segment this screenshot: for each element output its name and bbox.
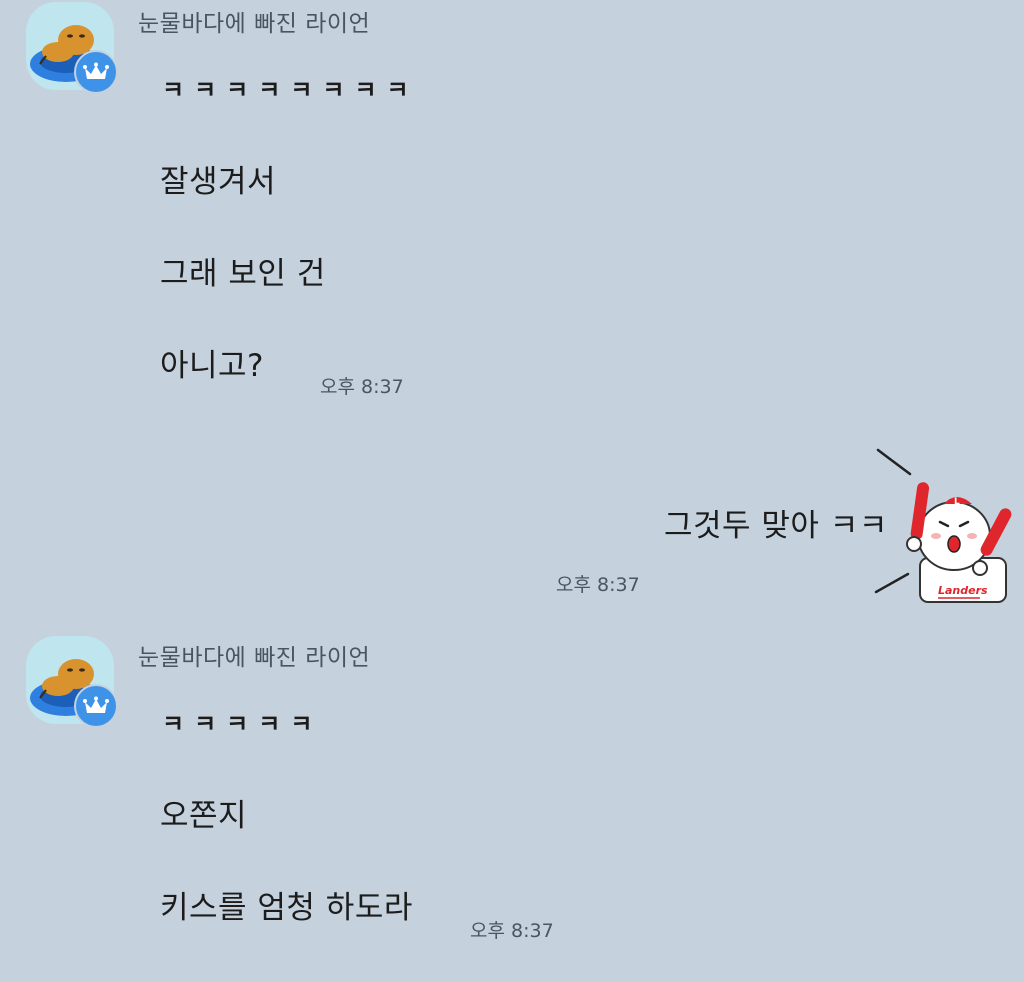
- message-text[interactable]: 잘생겨서: [160, 156, 276, 201]
- my-message-text[interactable]: 그것두 맞아 ㅋㅋ: [664, 500, 888, 545]
- sender-avatar[interactable]: [26, 2, 118, 94]
- crown-icon: [74, 684, 118, 728]
- message-text[interactable]: 아니고?: [160, 340, 264, 385]
- message-timestamp: 오후 8:37: [320, 376, 404, 398]
- sender-name[interactable]: 눈물바다에 빠진 라이언: [138, 638, 370, 672]
- svg-text:Landers: Landers: [938, 584, 988, 597]
- message-text[interactable]: 키스를 엄청 하도라: [160, 882, 413, 927]
- landers-baseball-cheer-sticker[interactable]: L Landers: [868, 440, 1018, 610]
- sender-avatar[interactable]: [26, 636, 118, 728]
- crown-icon: [74, 50, 118, 94]
- message-timestamp: 오후 8:37: [556, 574, 640, 596]
- message-text[interactable]: ㅋㅋㅋㅋㅋㅋㅋㅋ: [162, 70, 419, 105]
- message-text[interactable]: 오쫀지: [160, 790, 247, 835]
- svg-text:L: L: [954, 497, 960, 507]
- message-text[interactable]: ㅋㅋㅋㅋㅋ: [162, 704, 322, 739]
- sender-name[interactable]: 눈물바다에 빠진 라이언: [138, 4, 370, 38]
- message-text[interactable]: 그래 보인 건: [160, 248, 326, 293]
- message-timestamp: 오후 8:37: [470, 920, 554, 942]
